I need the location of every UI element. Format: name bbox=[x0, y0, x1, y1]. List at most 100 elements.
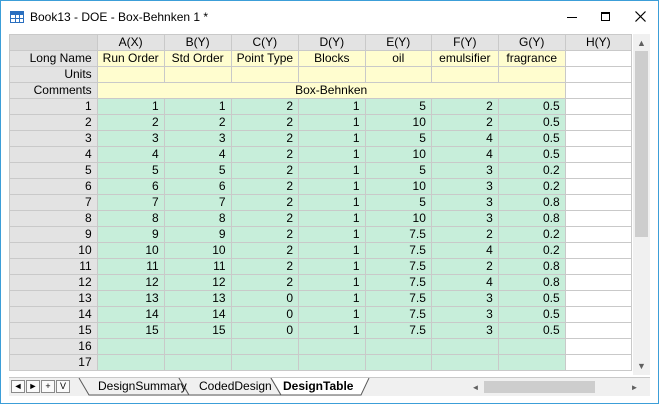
data-cell[interactable]: 1 bbox=[298, 114, 366, 131]
data-cell[interactable]: 1 bbox=[298, 242, 366, 259]
sheet-list-button[interactable]: V bbox=[56, 380, 70, 393]
data-cell[interactable]: 3 bbox=[430, 178, 499, 195]
data-cell[interactable]: 8 bbox=[96, 210, 165, 227]
row-number[interactable]: 17 bbox=[9, 354, 98, 371]
data-cell-empty[interactable] bbox=[564, 258, 632, 275]
data-cell[interactable]: 15 bbox=[96, 322, 165, 339]
data-cell-empty[interactable] bbox=[564, 306, 632, 323]
data-cell[interactable]: 10 bbox=[364, 114, 432, 131]
data-cell[interactable]: 7.5 bbox=[364, 290, 432, 307]
row-number[interactable]: 9 bbox=[9, 226, 98, 243]
column-header[interactable]: A(X) bbox=[96, 34, 165, 51]
data-cell[interactable]: 7.5 bbox=[364, 226, 432, 243]
data-cell[interactable] bbox=[430, 338, 499, 355]
data-cell[interactable]: 2 bbox=[230, 258, 300, 275]
data-cell[interactable]: 0.8 bbox=[497, 210, 566, 227]
data-cell-empty[interactable] bbox=[564, 242, 632, 259]
data-cell[interactable]: 13 bbox=[96, 290, 165, 307]
data-cell[interactable]: 0.2 bbox=[497, 242, 566, 259]
row-number[interactable]: 12 bbox=[9, 274, 98, 291]
row-number[interactable]: 2 bbox=[9, 114, 98, 131]
data-cell-empty[interactable] bbox=[564, 178, 632, 195]
data-cell[interactable]: 0.8 bbox=[497, 274, 566, 291]
data-cell[interactable]: 1 bbox=[298, 274, 366, 291]
long-name-cell[interactable]: Blocks bbox=[298, 50, 366, 67]
data-cell[interactable]: 4 bbox=[430, 242, 499, 259]
data-cell[interactable]: 6 bbox=[96, 178, 165, 195]
data-cell[interactable]: 4 bbox=[96, 146, 165, 163]
data-cell[interactable]: 11 bbox=[163, 258, 232, 275]
data-cell[interactable]: 2 bbox=[430, 226, 499, 243]
row-number[interactable]: 3 bbox=[9, 130, 98, 147]
data-cell[interactable] bbox=[497, 338, 566, 355]
data-cell[interactable]: 0.5 bbox=[497, 290, 566, 307]
data-cell[interactable]: 0.2 bbox=[497, 178, 566, 195]
column-header[interactable]: H(Y) bbox=[564, 34, 632, 51]
close-button[interactable] bbox=[623, 1, 657, 32]
data-cell[interactable]: 2 bbox=[230, 114, 300, 131]
column-header[interactable]: E(Y) bbox=[364, 34, 432, 51]
data-cell[interactable]: 1 bbox=[96, 98, 165, 115]
data-cell[interactable] bbox=[96, 338, 165, 355]
data-cell[interactable]: 0.8 bbox=[497, 194, 566, 211]
data-cell[interactable]: 2 bbox=[230, 130, 300, 147]
data-cell[interactable]: 10 bbox=[364, 210, 432, 227]
data-cell[interactable]: 0 bbox=[230, 306, 300, 323]
maximize-button[interactable] bbox=[589, 1, 623, 32]
data-cell[interactable]: 7.5 bbox=[364, 274, 432, 291]
data-cell[interactable]: 0 bbox=[230, 290, 300, 307]
data-cell[interactable]: 2 bbox=[430, 114, 499, 131]
column-header[interactable]: B(Y) bbox=[163, 34, 232, 51]
data-cell-empty[interactable] bbox=[564, 226, 632, 243]
data-cell[interactable]: 0.5 bbox=[497, 146, 566, 163]
units-cell[interactable] bbox=[430, 66, 499, 83]
data-cell[interactable]: 3 bbox=[430, 306, 499, 323]
data-cell[interactable]: 3 bbox=[430, 322, 499, 339]
data-cell[interactable]: 2 bbox=[96, 114, 165, 131]
row-number[interactable]: 6 bbox=[9, 178, 98, 195]
data-cell[interactable]: 0.5 bbox=[497, 306, 566, 323]
data-cell[interactable]: 5 bbox=[364, 162, 432, 179]
data-cell[interactable]: 4 bbox=[163, 146, 232, 163]
data-cell[interactable]: 1 bbox=[298, 178, 366, 195]
data-cell[interactable]: 0.2 bbox=[497, 226, 566, 243]
data-cell[interactable]: 0.2 bbox=[497, 162, 566, 179]
column-header[interactable]: G(Y) bbox=[497, 34, 566, 51]
row-number[interactable]: 16 bbox=[9, 338, 98, 355]
row-number[interactable]: 1 bbox=[9, 98, 98, 115]
data-cell[interactable]: 3 bbox=[430, 162, 499, 179]
row-number[interactable]: 10 bbox=[9, 242, 98, 259]
data-cell[interactable]: 3 bbox=[430, 194, 499, 211]
data-cell[interactable]: 7.5 bbox=[364, 258, 432, 275]
title-bar[interactable]: Book13 - DOE - Box-Behnken 1 * bbox=[1, 1, 658, 32]
data-cell[interactable]: 3 bbox=[163, 130, 232, 147]
long-name-cell[interactable]: fragrance bbox=[497, 50, 566, 67]
data-cell[interactable]: 1 bbox=[298, 210, 366, 227]
data-cell[interactable]: 1 bbox=[298, 162, 366, 179]
data-cell[interactable]: 1 bbox=[298, 130, 366, 147]
units-cell[interactable] bbox=[564, 66, 632, 83]
data-cell[interactable]: 7.5 bbox=[364, 322, 432, 339]
data-cell[interactable]: 10 bbox=[364, 178, 432, 195]
data-cell-empty[interactable] bbox=[564, 162, 632, 179]
data-cell[interactable]: 3 bbox=[96, 130, 165, 147]
units-cell[interactable] bbox=[230, 66, 300, 83]
data-cell-empty[interactable] bbox=[564, 354, 632, 371]
data-cell-empty[interactable] bbox=[564, 290, 632, 307]
data-cell[interactable]: 2 bbox=[230, 242, 300, 259]
data-cell-empty[interactable] bbox=[564, 98, 632, 115]
data-cell[interactable]: 2 bbox=[230, 194, 300, 211]
data-cell[interactable]: 2 bbox=[430, 258, 499, 275]
data-cell[interactable]: 2 bbox=[230, 146, 300, 163]
row-number[interactable]: 13 bbox=[9, 290, 98, 307]
minimize-button[interactable] bbox=[555, 1, 589, 32]
data-cell[interactable]: 7.5 bbox=[364, 242, 432, 259]
data-cell-empty[interactable] bbox=[564, 194, 632, 211]
scroll-right-icon[interactable]: ► bbox=[626, 379, 643, 395]
data-cell[interactable]: 2 bbox=[430, 98, 499, 115]
data-cell[interactable]: 2 bbox=[163, 114, 232, 131]
data-cell[interactable]: 2 bbox=[230, 162, 300, 179]
data-cell[interactable]: 10 bbox=[96, 242, 165, 259]
horizontal-scroll-thumb[interactable] bbox=[484, 381, 595, 393]
long-name-cell[interactable] bbox=[564, 50, 632, 67]
